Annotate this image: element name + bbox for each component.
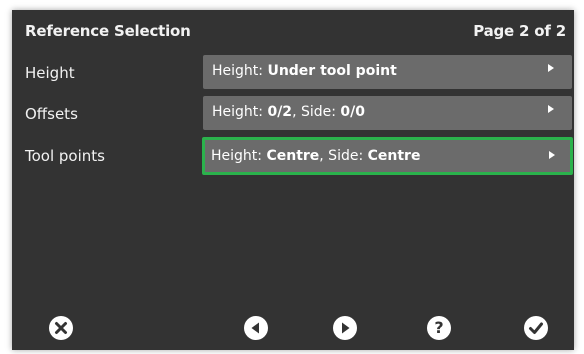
forward-icon <box>342 322 350 334</box>
forward-button[interactable] <box>333 316 357 340</box>
arrow-right-icon <box>548 64 554 72</box>
row-label-offsets: Offsets <box>25 105 78 123</box>
help-icon: ? <box>434 318 444 337</box>
close-icon <box>55 322 67 334</box>
reference-selection-screen: Reference Selection Page 2 of 2 Height H… <box>12 10 574 350</box>
offsets-selector-value: Height: 0/2, Side: 0/0 <box>212 104 366 120</box>
tool-points-selector-value: Height: Centre, Side: Centre <box>211 148 421 164</box>
row-label-height: Height <box>25 64 75 82</box>
checkmark-icon <box>529 322 543 334</box>
height-selector-value: Height: Under tool point <box>212 63 397 79</box>
back-icon <box>251 322 259 334</box>
back-button[interactable] <box>244 316 268 340</box>
tool-points-selector-button[interactable]: Height: Centre, Side: Centre <box>202 137 573 175</box>
height-selector-button[interactable]: Height: Under tool point <box>203 55 572 89</box>
arrow-right-icon <box>548 105 554 113</box>
footer-toolbar: ? <box>12 306 574 350</box>
page-title: Reference Selection <box>25 22 191 40</box>
arrow-right-icon <box>549 151 555 159</box>
title-bar: Reference Selection Page 2 of 2 <box>12 10 574 52</box>
help-button[interactable]: ? <box>427 316 451 340</box>
row-label-tool-points: Tool points <box>25 147 105 165</box>
page-indicator: Page 2 of 2 <box>473 22 566 40</box>
close-button[interactable] <box>49 316 73 340</box>
confirm-button[interactable] <box>524 316 548 340</box>
offsets-selector-button[interactable]: Height: 0/2, Side: 0/0 <box>203 96 572 130</box>
